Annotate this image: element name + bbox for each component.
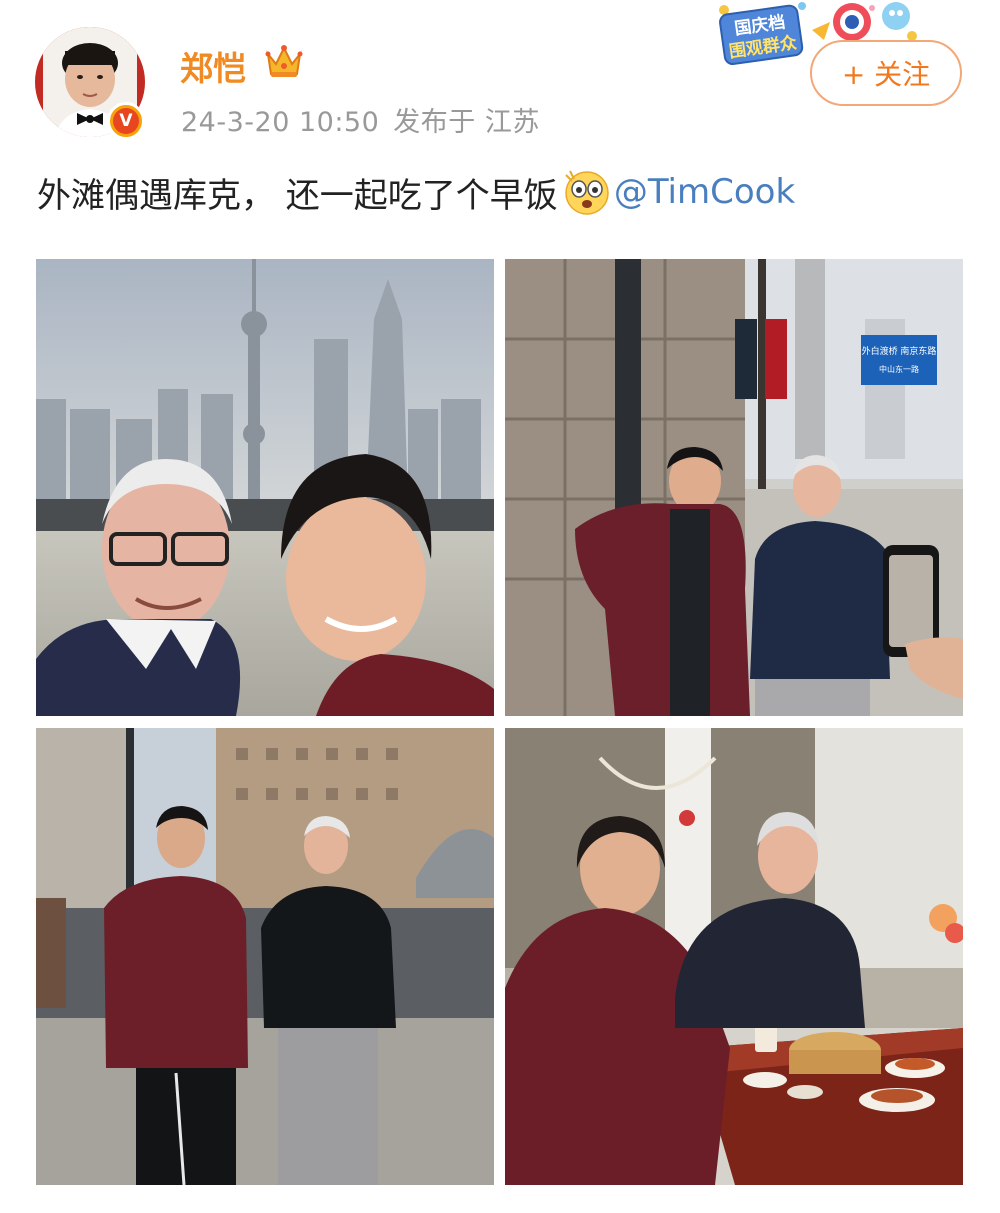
photo-street-standing[interactable]: 外白渡桥 南京东路 中山东一路 bbox=[505, 259, 963, 716]
post-header: V 郑恺 24-3-20 10:50发布于 江苏 国庆档 围观群众 + 关注 bbox=[0, 0, 1000, 240]
photo-selfie-bund[interactable] bbox=[36, 259, 494, 716]
emoji-icon bbox=[565, 170, 609, 215]
username[interactable]: 郑恺 bbox=[180, 42, 246, 90]
post-meta: 24-3-20 10:50 发布于 江苏 bbox=[181, 100, 540, 139]
mention-link[interactable]: @TimCook bbox=[614, 172, 795, 212]
post-text: 外滩偶遇库克， 还一起吃了个早饭 @TimCook bbox=[37, 167, 795, 217]
location-prefix: 发布于 bbox=[393, 107, 476, 138]
photo-walking[interactable] bbox=[36, 728, 494, 1185]
street-sign-line2: 中山东一路 bbox=[879, 364, 919, 374]
post-body-text: 外滩偶遇库克， 还一起吃了个早饭 bbox=[37, 175, 558, 216]
location: 江苏 bbox=[484, 107, 540, 138]
street-sign-line1: 外白渡桥 南京东路 bbox=[862, 345, 937, 357]
verified-badge-icon: V bbox=[107, 102, 145, 140]
follow-button[interactable]: + 关注 bbox=[810, 40, 962, 106]
timestamp: 24-3-20 10:50 bbox=[181, 107, 380, 138]
photo-breakfast[interactable] bbox=[505, 728, 963, 1185]
follow-label: + 关注 bbox=[841, 58, 931, 91]
crown-icon bbox=[265, 45, 303, 77]
